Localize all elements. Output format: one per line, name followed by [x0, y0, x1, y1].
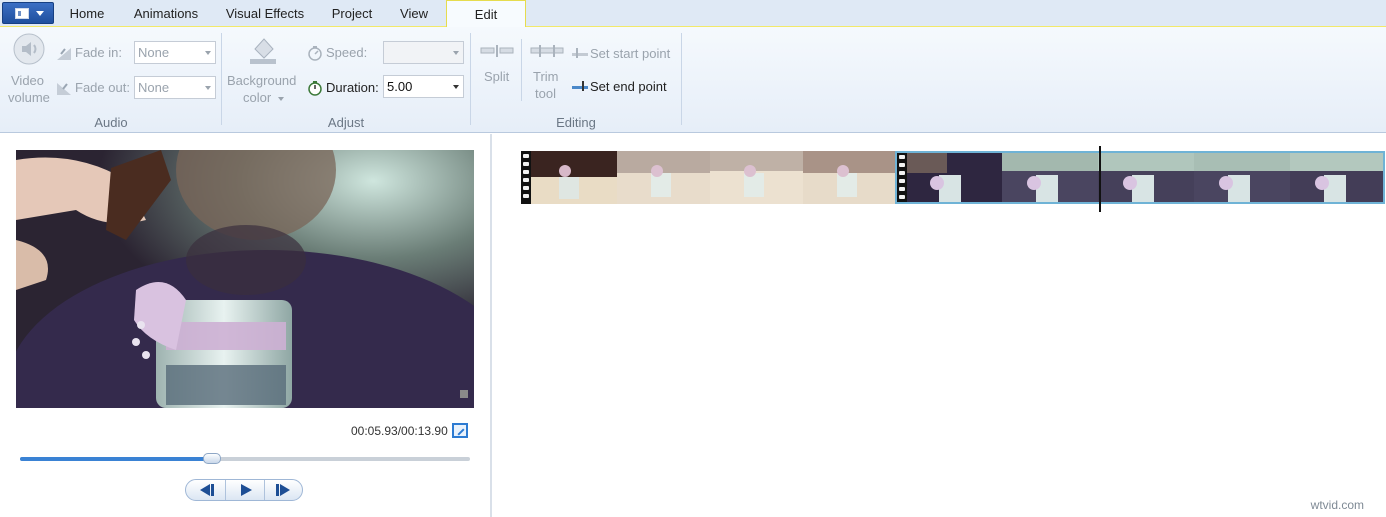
stopwatch-icon — [308, 81, 322, 96]
timecode-display: 00:05.93/00:13.90 — [351, 424, 448, 438]
film-sprocket — [897, 153, 907, 202]
background-color-button[interactable]: Background color — [226, 31, 300, 105]
clip-thumbnail — [1098, 153, 1194, 202]
playback-controls — [185, 479, 303, 501]
seek-bar[interactable] — [20, 453, 470, 464]
clip-thumbnail — [710, 151, 803, 204]
video-volume-label-1: Video — [11, 73, 45, 88]
pane-divider[interactable] — [490, 134, 492, 517]
timeline-playhead[interactable] — [1099, 146, 1101, 212]
duration-dropdown[interactable]: 5.00 — [383, 75, 464, 98]
tab-view[interactable]: View — [390, 0, 438, 27]
clip-thumbnail — [531, 151, 617, 204]
speed-icon — [308, 46, 322, 61]
duration-label: Duration: — [326, 80, 379, 95]
speed-label: Speed: — [326, 45, 368, 60]
clip-thumbnail — [803, 151, 895, 204]
clip-thumbnail — [617, 151, 710, 204]
paint-bucket-icon — [250, 38, 276, 64]
divider — [521, 39, 522, 101]
chevron-down-icon — [453, 85, 459, 89]
chevron-down-icon — [278, 97, 284, 101]
next-frame-icon — [276, 484, 290, 496]
previous-frame-icon — [200, 484, 214, 496]
next-frame-button[interactable] — [264, 480, 303, 500]
group-divider — [681, 33, 682, 125]
fade-in-value: None — [138, 45, 170, 60]
ribbon-tab-bar: Home Animations Visual Effects Project V… — [0, 0, 1386, 28]
watermark-text: wtvid.com — [1310, 498, 1364, 512]
fade-out-label: Fade out: — [75, 80, 130, 95]
set-end-label: Set end point — [590, 79, 667, 94]
set-start-label: Set start point — [590, 46, 671, 61]
tab-animations[interactable]: Animations — [122, 0, 210, 27]
set-end-icon — [572, 81, 588, 91]
speed-dropdown[interactable] — [383, 41, 464, 64]
set-start-icon — [572, 48, 588, 58]
background-label-1: Background — [227, 73, 297, 88]
play-icon — [241, 484, 252, 496]
split-button[interactable]: Split — [478, 41, 516, 101]
split-label: Split — [484, 69, 510, 84]
fade-out-dropdown[interactable]: None — [134, 76, 216, 99]
video-volume-button[interactable]: Video volume — [6, 31, 52, 105]
play-button[interactable] — [225, 480, 264, 500]
tab-project[interactable]: Project — [320, 0, 384, 27]
group-label-editing: Editing — [556, 115, 596, 130]
duration-value: 5.00 — [387, 79, 413, 94]
group-divider — [470, 33, 471, 125]
preview-image — [16, 150, 474, 408]
storyboard-clip-1[interactable] — [521, 151, 895, 204]
clip-thumbnail — [1290, 153, 1383, 202]
tab-visual-effects[interactable]: Visual Effects — [216, 0, 314, 27]
storyboard-clip-2[interactable] — [895, 151, 1385, 204]
clip-thumbnail — [1194, 153, 1290, 202]
group-label-adjust: Adjust — [327, 115, 365, 130]
video-preview[interactable] — [16, 150, 474, 408]
video-volume-label-2: volume — [8, 90, 50, 105]
chevron-down-icon — [36, 11, 44, 16]
trim-label-1: Trim — [533, 69, 559, 84]
chevron-down-icon — [205, 86, 211, 90]
chevron-down-icon — [205, 51, 211, 55]
fade-in-icon — [57, 48, 71, 60]
tab-home[interactable]: Home — [58, 0, 116, 27]
ribbon-panel: Video volume Fade in: None Fade out: Non… — [0, 27, 1386, 133]
app-menu-icon — [15, 8, 29, 19]
trim-label-2: tool — [535, 86, 556, 101]
chevron-down-icon — [453, 51, 459, 55]
fade-in-label: Fade in: — [75, 45, 122, 60]
speaker-icon — [13, 33, 45, 65]
background-label-2: color — [243, 90, 272, 105]
app-menu-button[interactable] — [2, 2, 54, 24]
seek-progress — [20, 457, 213, 461]
fullscreen-icon[interactable] — [452, 423, 468, 438]
set-start-point-button[interactable]: Set start point — [570, 43, 678, 65]
clip-thumbnail — [1002, 153, 1098, 202]
group-label-audio: Audio — [94, 115, 128, 130]
split-icon — [480, 45, 514, 57]
film-sprocket — [521, 151, 531, 204]
set-end-point-button[interactable]: Set end point — [570, 76, 678, 98]
trim-icon — [530, 45, 564, 57]
fade-in-dropdown[interactable]: None — [134, 41, 216, 64]
seek-thumb[interactable] — [203, 453, 222, 464]
trim-tool-button[interactable]: Trim tool — [526, 41, 566, 103]
clip-thumbnail — [907, 153, 1002, 202]
tab-edit[interactable]: Edit — [446, 0, 526, 28]
previous-frame-button[interactable] — [186, 480, 225, 500]
group-divider — [221, 33, 222, 125]
fade-out-value: None — [138, 80, 170, 95]
fade-out-icon — [57, 83, 71, 95]
